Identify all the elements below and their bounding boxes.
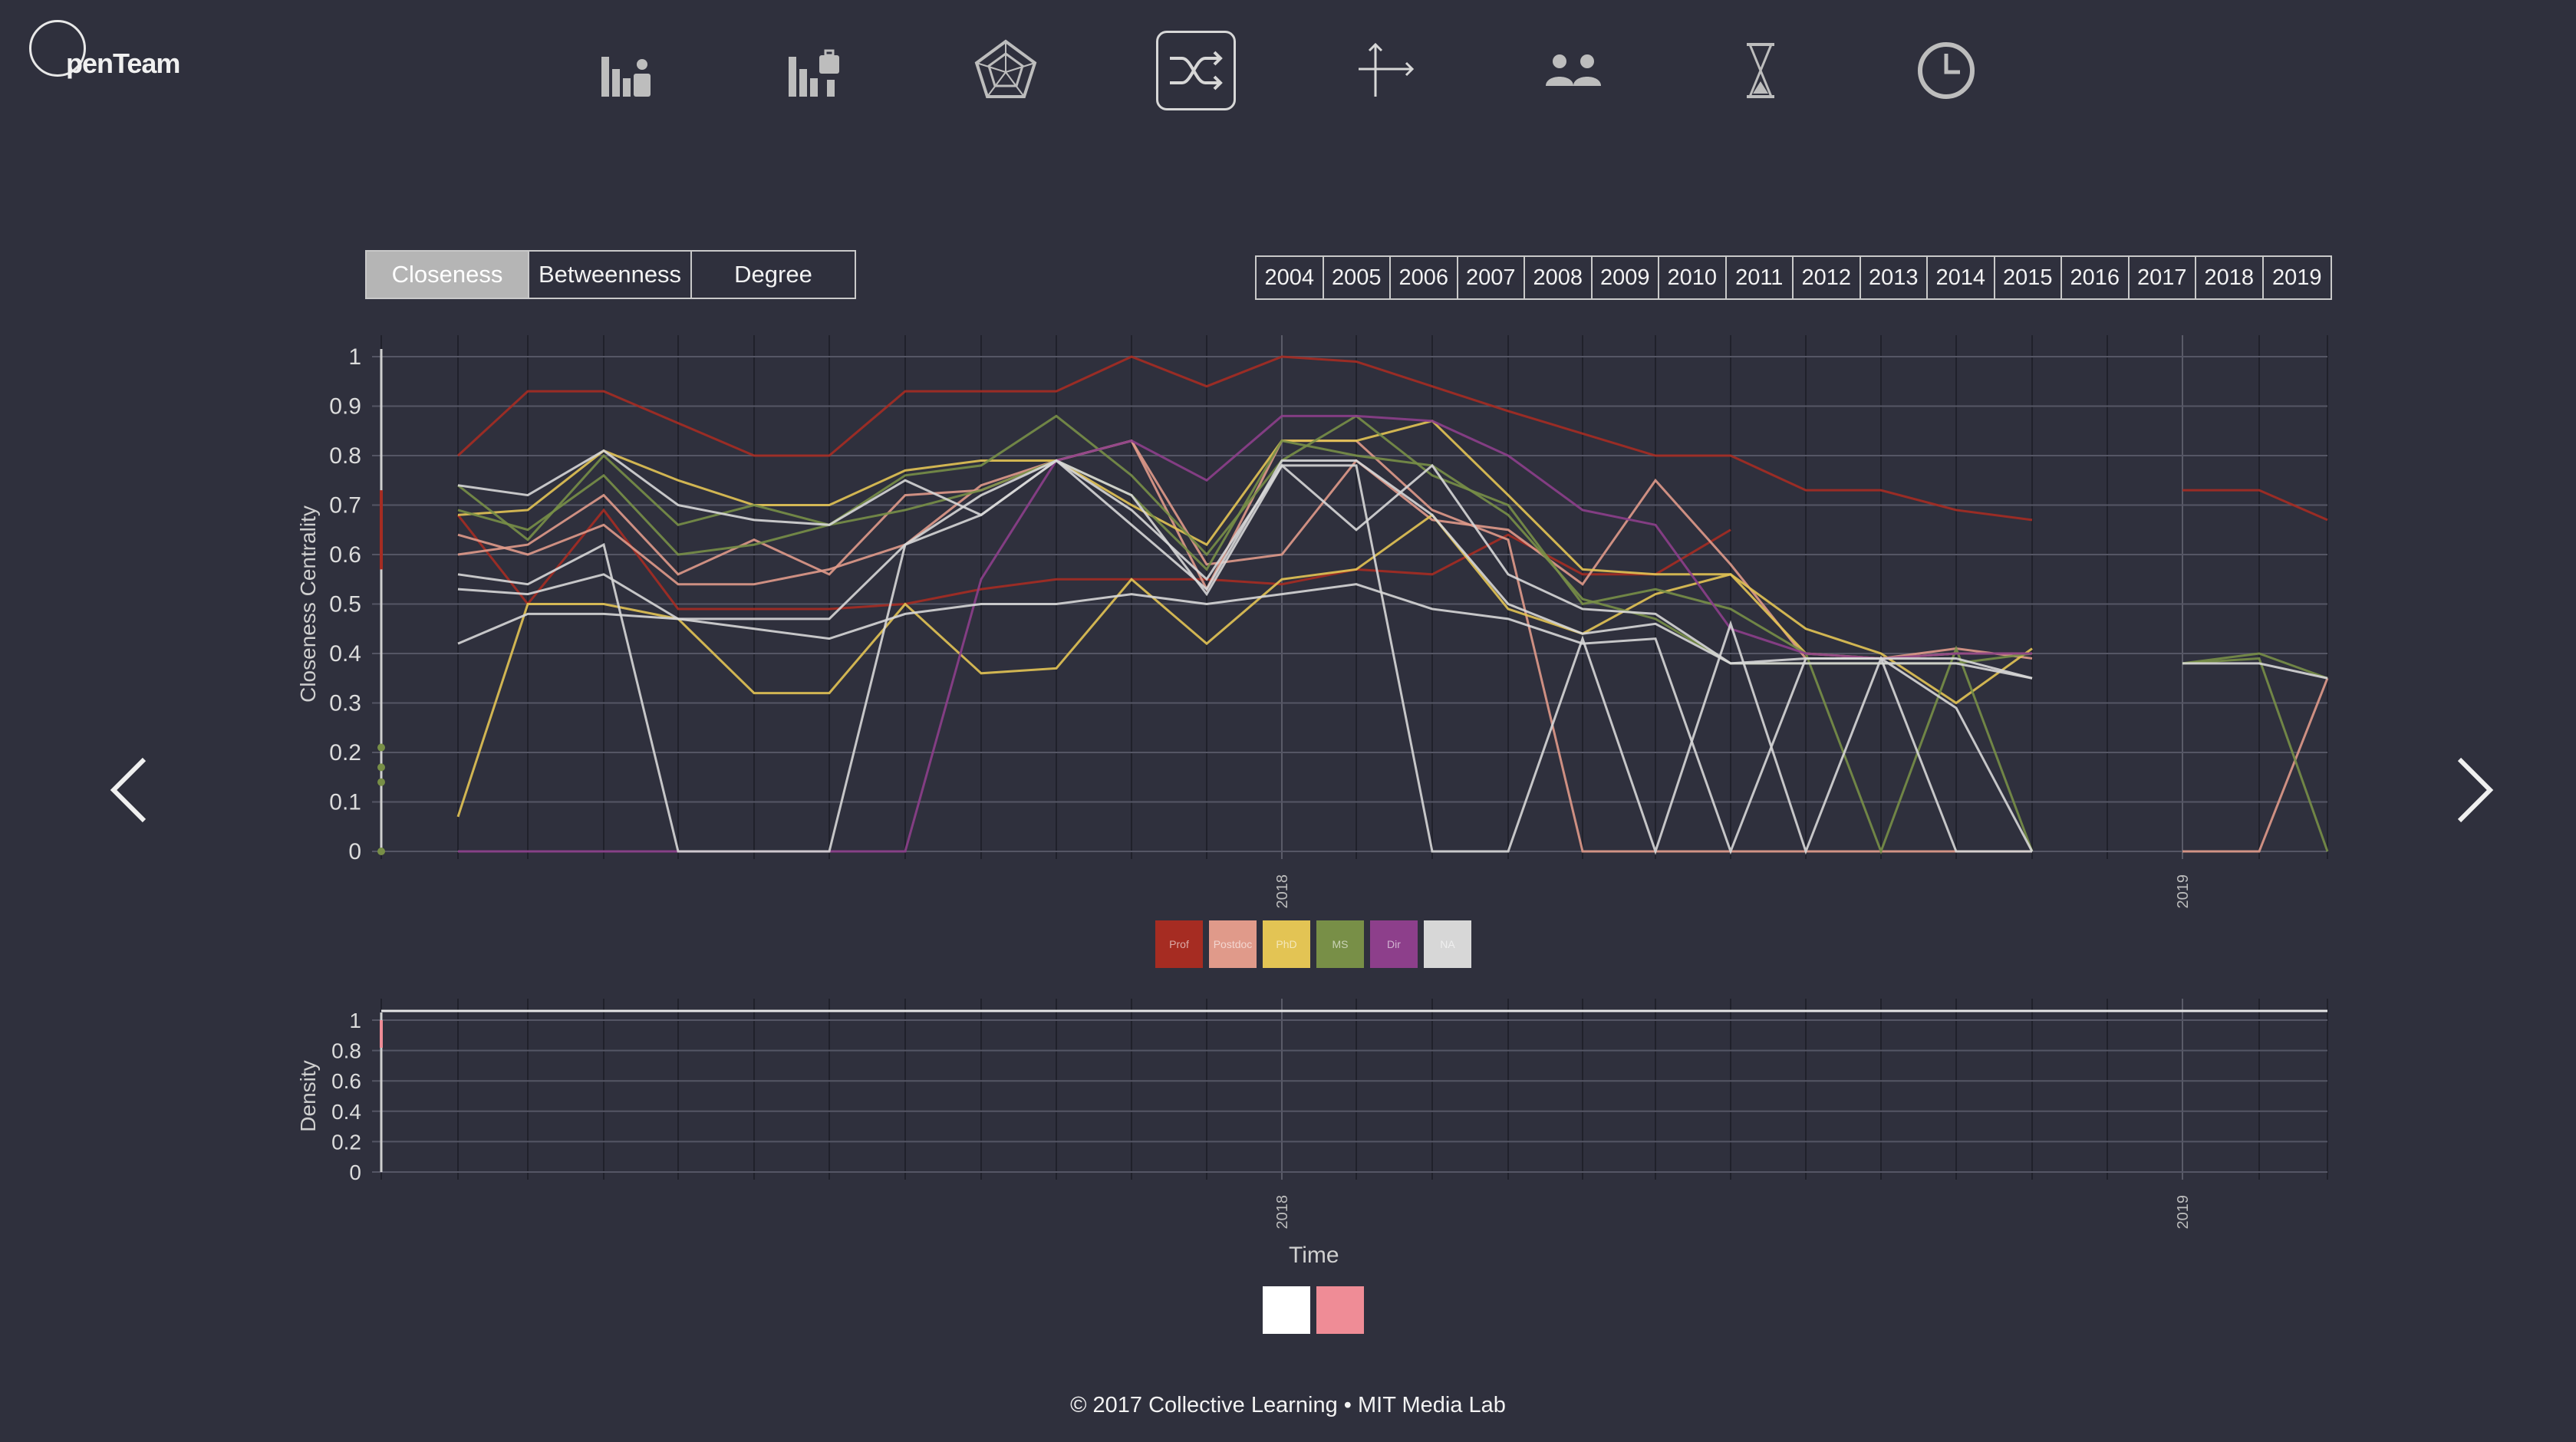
series-line <box>2182 657 2329 852</box>
density-legend <box>1263 1286 1364 1334</box>
series-point <box>377 778 385 786</box>
y-tick-label: 1 <box>349 1009 361 1032</box>
legend-item-postdoc[interactable]: Postdoc <box>1209 920 1257 968</box>
y-tick-label: 0.6 <box>329 542 361 568</box>
series-line <box>457 439 2033 660</box>
y-tick-label: 0.3 <box>329 691 361 716</box>
series-point <box>377 763 385 772</box>
y-tick-label: 0.4 <box>329 641 361 667</box>
legend-item-prof[interactable]: Prof <box>1155 920 1203 968</box>
y-tick-label: 0.9 <box>329 394 361 420</box>
series-line <box>456 355 2033 522</box>
y-tick-label: 0.7 <box>329 493 361 519</box>
y-tick-label: 0.8 <box>331 1039 361 1063</box>
main-y-axis-label: Closeness Centrality <box>296 505 320 703</box>
legend-item-dir[interactable]: Dir <box>1370 920 1418 968</box>
series-point <box>377 848 385 855</box>
density-legend-white[interactable] <box>1263 1286 1310 1334</box>
y-tick-label: 0 <box>349 1161 361 1184</box>
y-tick-label: 0.8 <box>329 443 361 469</box>
legend-item-phd[interactable]: PhD <box>1263 920 1310 968</box>
y-tick-label: 0.4 <box>331 1100 361 1124</box>
y-tick-label: 0.1 <box>329 790 361 815</box>
series-line <box>457 439 2033 665</box>
y-tick-label: 0.2 <box>331 1130 361 1154</box>
series-line <box>457 573 2034 855</box>
x-tick-label: 2018 <box>1274 874 1291 909</box>
role-legend: Prof Postdoc PhD MS Dir NA <box>1155 920 1471 968</box>
time-axis-label: Time <box>1289 1243 1339 1268</box>
closeness-chart: 0 0.1 0.2 0.3 0.4 0.5 0.6 0.7 0.8 0.9 1 Closeness C… <box>296 335 2329 1230</box>
density-legend-pink[interactable] <box>1316 1286 1364 1334</box>
x-tick-label: 2019 <box>2175 874 2192 909</box>
y-tick-label: 0.2 <box>329 740 361 765</box>
legend-item-ms[interactable]: MS <box>1316 920 1364 968</box>
series-point <box>377 743 385 752</box>
footer-credit: © 2017 Collective Learning • MIT Media L… <box>1070 1393 1506 1417</box>
density-y-axis-label: Density <box>296 1060 320 1131</box>
y-tick-label: 0.6 <box>331 1069 361 1093</box>
y-tick-label: 0.5 <box>329 592 361 617</box>
y-tick-label: 1 <box>348 344 361 370</box>
x-tick-label: 2018 <box>1274 1195 1291 1230</box>
series-line <box>2182 677 2329 853</box>
y-tick-label: 0 <box>348 839 361 864</box>
legend-item-na[interactable]: NA <box>1424 920 1471 968</box>
x-tick-label: 2019 <box>2175 1195 2192 1230</box>
